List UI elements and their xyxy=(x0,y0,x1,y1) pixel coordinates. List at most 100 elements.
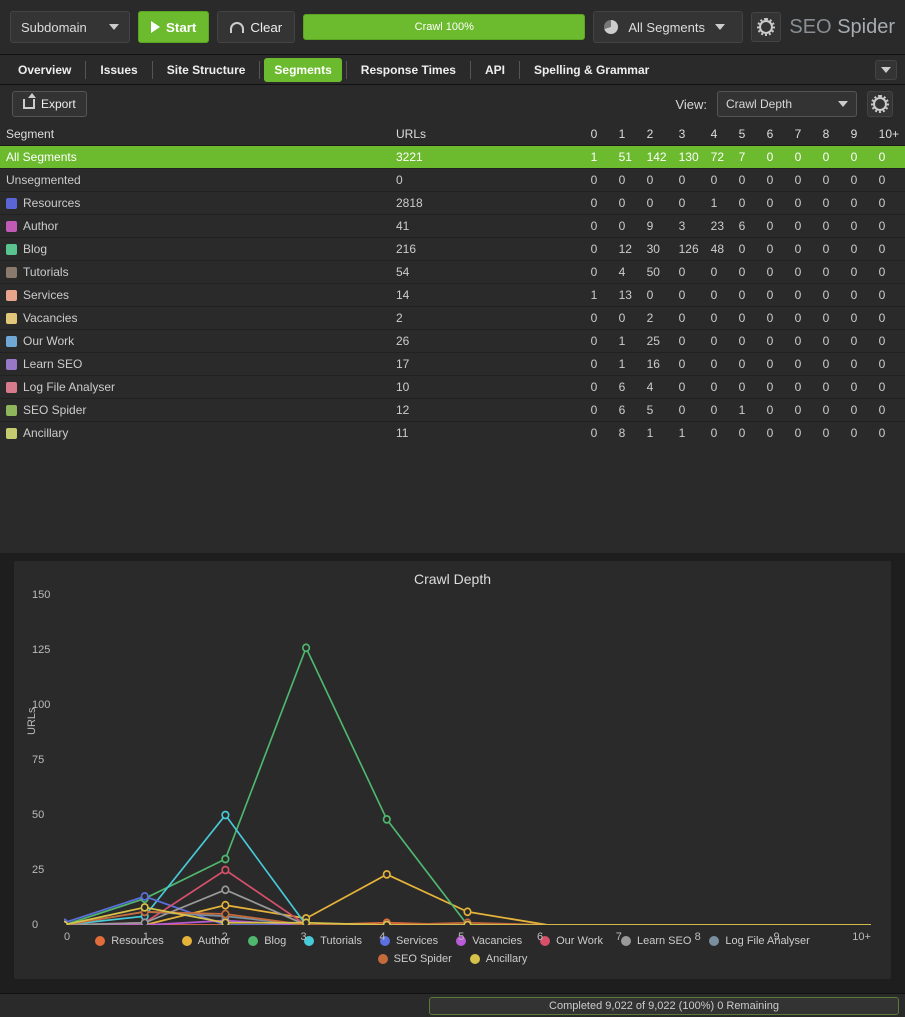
cell: 0 xyxy=(817,422,845,445)
logo-seo: SEO xyxy=(789,16,831,38)
cell: 0 xyxy=(673,399,705,422)
col-9[interactable]: 9 xyxy=(845,123,873,146)
table-row[interactable]: Blog2160123012648000000 xyxy=(0,238,905,261)
chart-title: Crawl Depth xyxy=(24,571,881,587)
cell: 0 xyxy=(873,146,905,169)
cell: 0 xyxy=(789,169,817,192)
col-5[interactable]: 5 xyxy=(733,123,761,146)
cell: 0 xyxy=(705,261,733,284)
gear-icon xyxy=(873,97,887,111)
cell: 3221 xyxy=(390,146,585,169)
cell: 0 xyxy=(761,422,789,445)
col-1[interactable]: 1 xyxy=(613,123,641,146)
table-row[interactable]: Tutorials54045000000000 xyxy=(0,261,905,284)
view-value: Crawl Depth xyxy=(726,97,792,111)
table-row[interactable]: SEO Spider1206500100000 xyxy=(0,399,905,422)
tab-spelling-grammar[interactable]: Spelling & Grammar xyxy=(524,58,659,82)
col-2[interactable]: 2 xyxy=(641,123,673,146)
col-urls[interactable]: URLs xyxy=(390,123,585,146)
cell: 0 xyxy=(673,353,705,376)
cell: 0 xyxy=(733,238,761,261)
cell: 0 xyxy=(613,215,641,238)
cell: 0 xyxy=(585,192,613,215)
cell: 0 xyxy=(585,169,613,192)
segment-swatch xyxy=(6,359,17,370)
cell: 0 xyxy=(845,169,873,192)
cell: 0 xyxy=(817,284,845,307)
table-row[interactable]: Log File Analyser1006400000000 xyxy=(0,376,905,399)
cell: 0 xyxy=(705,399,733,422)
cell: 0 xyxy=(705,284,733,307)
table-row[interactable]: Services14113000000000 xyxy=(0,284,905,307)
table-row[interactable]: Learn SEO17011600000000 xyxy=(0,353,905,376)
segments-select[interactable]: All Segments xyxy=(593,11,743,43)
tab-api[interactable]: API xyxy=(475,58,515,82)
table-row[interactable]: Author41009323600000 xyxy=(0,215,905,238)
cell: 0 xyxy=(845,307,873,330)
cell: 0 xyxy=(641,192,673,215)
subdomain-select[interactable]: Subdomain xyxy=(10,11,130,43)
cell: 17 xyxy=(390,353,585,376)
segments-settings-button[interactable] xyxy=(751,12,781,42)
cell: 2818 xyxy=(390,192,585,215)
col-3[interactable]: 3 xyxy=(673,123,705,146)
table-row[interactable]: Resources281800001000000 xyxy=(0,192,905,215)
cell: 0 xyxy=(705,422,733,445)
cell: 0 xyxy=(845,284,873,307)
segment-label: Services xyxy=(23,288,69,302)
chart-inner: Crawl Depth URLs 02550751001251500123456… xyxy=(14,561,891,979)
cell: 0 xyxy=(641,284,673,307)
view-select[interactable]: Crawl Depth xyxy=(717,91,857,117)
cell: 1 xyxy=(641,422,673,445)
view-settings-button[interactable] xyxy=(867,91,893,117)
tab-issues[interactable]: Issues xyxy=(90,58,147,82)
cell: 10 xyxy=(390,376,585,399)
tab-segments[interactable]: Segments xyxy=(264,58,341,82)
start-label: Start xyxy=(166,20,196,35)
col-4[interactable]: 4 xyxy=(705,123,733,146)
table-row[interactable]: Our Work26012500000000 xyxy=(0,330,905,353)
tab-site-structure[interactable]: Site Structure xyxy=(157,58,256,82)
crawl-status-text: Crawl 100% xyxy=(415,21,474,33)
legend-item[interactable]: Ancillary xyxy=(470,953,528,965)
clear-button[interactable]: Clear xyxy=(217,11,295,43)
col-10-[interactable]: 10+ xyxy=(873,123,905,146)
segment-label: Learn SEO xyxy=(23,357,82,371)
tab-response-times[interactable]: Response Times xyxy=(351,58,466,82)
cell: 0 xyxy=(613,169,641,192)
cell: 0 xyxy=(817,146,845,169)
cell: 0 xyxy=(817,192,845,215)
cell: 0 xyxy=(761,307,789,330)
cell: 0 xyxy=(845,215,873,238)
table-row[interactable]: Ancillary1108110000000 xyxy=(0,422,905,445)
export-button[interactable]: Export xyxy=(12,91,87,117)
legend-item[interactable]: SEO Spider xyxy=(378,953,452,965)
cell: 5 xyxy=(641,399,673,422)
table-row[interactable]: Vacancies200200000000 xyxy=(0,307,905,330)
tab-overview[interactable]: Overview xyxy=(8,58,81,82)
segment-label: Author xyxy=(23,219,58,233)
cell: 0 xyxy=(761,376,789,399)
col-segment[interactable]: Segment xyxy=(0,123,390,146)
cell: 0 xyxy=(585,422,613,445)
cell: 0 xyxy=(873,330,905,353)
chart-ylabel: URLs xyxy=(26,707,38,735)
col-8[interactable]: 8 xyxy=(817,123,845,146)
start-button[interactable]: Start xyxy=(138,11,209,43)
segment-label: Tutorials xyxy=(23,265,69,279)
segment-swatch xyxy=(6,267,17,278)
table-row[interactable]: Unsegmented000000000000 xyxy=(0,169,905,192)
col-0[interactable]: 0 xyxy=(585,123,613,146)
col-6[interactable]: 6 xyxy=(761,123,789,146)
col-7[interactable]: 7 xyxy=(789,123,817,146)
table-row[interactable]: All Segments322115114213072700000 xyxy=(0,146,905,169)
status-bar: Completed 9,022 of 9,022 (100%) 0 Remain… xyxy=(0,993,905,1017)
cell: 0 xyxy=(817,238,845,261)
chevron-down-icon xyxy=(881,67,891,73)
cell: 216 xyxy=(390,238,585,261)
cell: 0 xyxy=(673,330,705,353)
chart-plot-area: URLs 0255075100125150012345678910+ xyxy=(64,595,871,925)
tabs-collapse-button[interactable] xyxy=(875,60,897,80)
cell: 0 xyxy=(390,169,585,192)
cell: 72 xyxy=(705,146,733,169)
